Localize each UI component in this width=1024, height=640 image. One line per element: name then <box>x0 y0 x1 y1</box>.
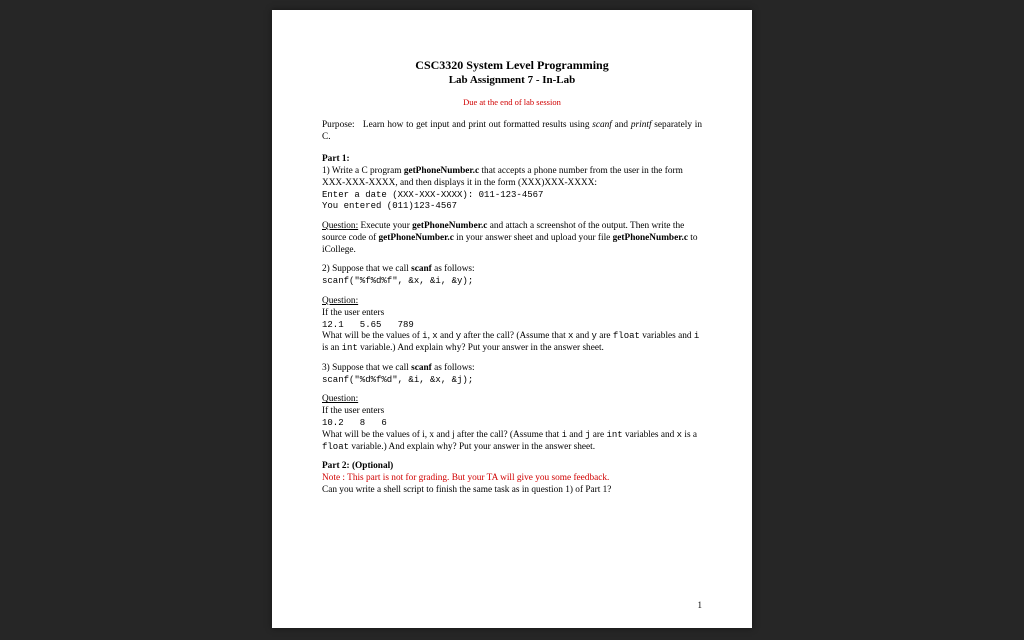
part1-label: Part 1: <box>322 154 702 166</box>
q2-body-a: What will be the values of <box>322 331 422 341</box>
q2-body-e: and <box>573 331 591 341</box>
q2-question-block: Question: If the user enters 12.1 5.65 7… <box>322 296 702 355</box>
q2-question-label: Question: <box>322 296 702 308</box>
q2-input: 12.1 5.65 789 <box>322 320 702 332</box>
q2-intro: 2) Suppose that we call scanf as follows… <box>322 264 702 276</box>
q1-question-prog3: getPhoneNumber.c <box>613 233 688 243</box>
purpose-scanf: scanf <box>592 120 612 130</box>
page-number: 1 <box>698 600 703 612</box>
q3-body-b: and <box>567 430 585 440</box>
q3-body-d: variables and <box>623 430 677 440</box>
q3-intro-b: as follows: <box>432 363 475 373</box>
q2-body-c: and <box>438 331 456 341</box>
part2-body: Can you write a shell script to finish t… <box>322 485 702 497</box>
q3-body-f: variable.) And explain why? Put your ans… <box>349 442 595 452</box>
q1-question-label: Question: <box>322 221 358 231</box>
q3-scanf: scanf <box>411 363 432 373</box>
q1-code-line1: Enter a date (XXX-XXX-XXXX): 011-123-456… <box>322 190 702 202</box>
part2-label: Part 2: (Optional) <box>322 461 702 473</box>
q2-body: What will be the values of i, x and y af… <box>322 331 702 355</box>
q1-intro-a: 1) Write a C program <box>322 166 404 176</box>
q1-question: Question: Execute your getPhoneNumber.c … <box>322 221 702 257</box>
q3-intro: 3) Suppose that we call scanf as follows… <box>322 363 702 375</box>
q2-body-i: variable.) And explain why? Put your ans… <box>358 343 604 353</box>
q2-body-h: is an <box>322 343 342 353</box>
q3-body: What will be the values of i, x and j af… <box>322 430 702 454</box>
q3-input: 10.2 8 6 <box>322 418 702 430</box>
q3-intro-a: 3) Suppose that we call <box>322 363 411 373</box>
q2-body-g: variables and <box>640 331 694 341</box>
due-notice: Due at the end of lab session <box>322 97 702 108</box>
assignment-title: Lab Assignment 7 - In-Lab <box>322 73 702 87</box>
purpose-printf: printf <box>631 120 652 130</box>
course-title: CSC3320 System Level Programming <box>322 58 702 73</box>
q1-intro: 1) Write a C program getPhoneNumber.c th… <box>322 166 702 190</box>
q2-if: If the user enters <box>322 308 702 320</box>
q1-question-c: in your answer sheet and upload your fil… <box>454 233 613 243</box>
q2-scanf: scanf <box>411 264 432 274</box>
q2-intro-a: 2) Suppose that we call <box>322 264 411 274</box>
q1-code-line2: You entered (011)123-4567 <box>322 201 702 213</box>
q1-question-a: Execute your <box>358 221 412 231</box>
q3-body-a: What will be the values of i, x and j af… <box>322 430 562 440</box>
q1-question-prog2: getPhoneNumber.c <box>379 233 454 243</box>
q3-question-block: Question: If the user enters 10.2 8 6 Wh… <box>322 394 702 453</box>
q3-code: scanf("%d%f%d", &i, &x, &j); <box>322 375 702 387</box>
q2-int: int <box>342 343 358 353</box>
document-page: CSC3320 System Level Programming Lab Ass… <box>272 10 752 628</box>
q2-code: scanf("%f%d%f", &x, &i, &y); <box>322 276 702 288</box>
purpose-paragraph: Purpose: Learn how to get input and prin… <box>322 120 702 144</box>
q2-float: float <box>613 331 640 341</box>
q3-question-label: Question: <box>322 394 702 406</box>
q3-body-c: are <box>590 430 606 440</box>
purpose-and: and <box>612 120 631 130</box>
q1-prog: getPhoneNumber.c <box>404 166 479 176</box>
q1-question-prog1: getPhoneNumber.c <box>412 221 487 231</box>
q3-if: If the user enters <box>322 406 702 418</box>
q2-body-d: after the call? (Assume that <box>461 331 568 341</box>
purpose-text-a: Learn how to get input and print out for… <box>363 120 592 130</box>
q2-body-f: are <box>597 331 613 341</box>
q2-i2: i <box>694 331 699 341</box>
q3-body-e: is a <box>682 430 697 440</box>
purpose-lead: Purpose: <box>322 120 355 130</box>
part2-note: Note : This part is not for grading. But… <box>322 473 702 485</box>
q3-float: float <box>322 442 349 452</box>
q3-int: int <box>606 430 622 440</box>
q2-intro-b: as follows: <box>432 264 475 274</box>
